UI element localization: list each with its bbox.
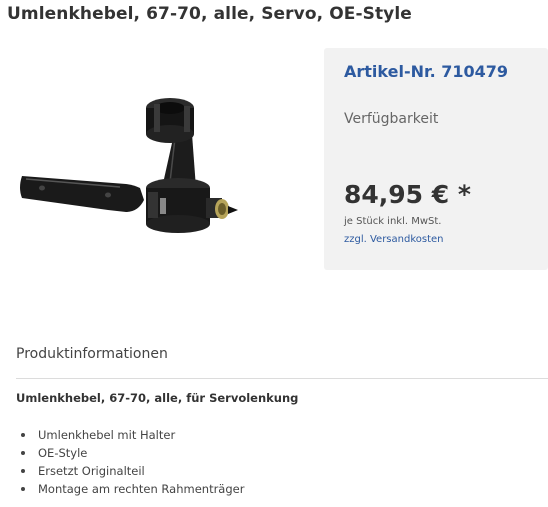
product-info-heading: Produktinformationen [16,346,168,362]
feature-list: Umlenkhebel mit Halter OE-Style Ersetzt … [16,426,244,498]
article-number: Artikel-Nr. 710479 [344,62,509,81]
bullet-icon [21,487,25,491]
list-item: OE-Style [16,444,244,462]
product-price: 84,95 € * [344,180,471,209]
list-item: Ersetzt Originalteil [16,462,244,480]
product-title: Umlenkhebel, 67-70, alle, Servo, OE-Styl… [7,4,412,24]
product-image[interactable] [8,48,308,288]
feature-text: Ersetzt Originalteil [38,464,145,478]
list-item: Umlenkhebel mit Halter [16,426,244,444]
feature-text: OE-Style [38,446,88,460]
vat-note: je Stück inkl. MwSt. [344,216,442,227]
shipping-costs-link[interactable]: zzgl. Versandkosten [344,234,444,245]
product-page: Umlenkhebel, 67-70, alle, Servo, OE-Styl… [0,0,548,507]
bullet-icon [21,433,25,437]
availability-label: Verfügbarkeit [344,111,439,127]
buy-box: Artikel-Nr. 710479 Verfügbarkeit 84,95 €… [324,48,548,270]
feature-text: Umlenkhebel mit Halter [38,428,176,442]
steering-idler-arm-image [20,98,238,233]
bullet-icon [21,469,25,473]
divider [16,378,548,379]
product-subtitle: Umlenkhebel, 67-70, alle, für Servolenku… [16,391,299,405]
feature-text: Montage am rechten Rahmenträger [38,482,245,496]
bullet-icon [21,451,25,455]
list-item: Montage am rechten Rahmenträger [16,480,244,498]
